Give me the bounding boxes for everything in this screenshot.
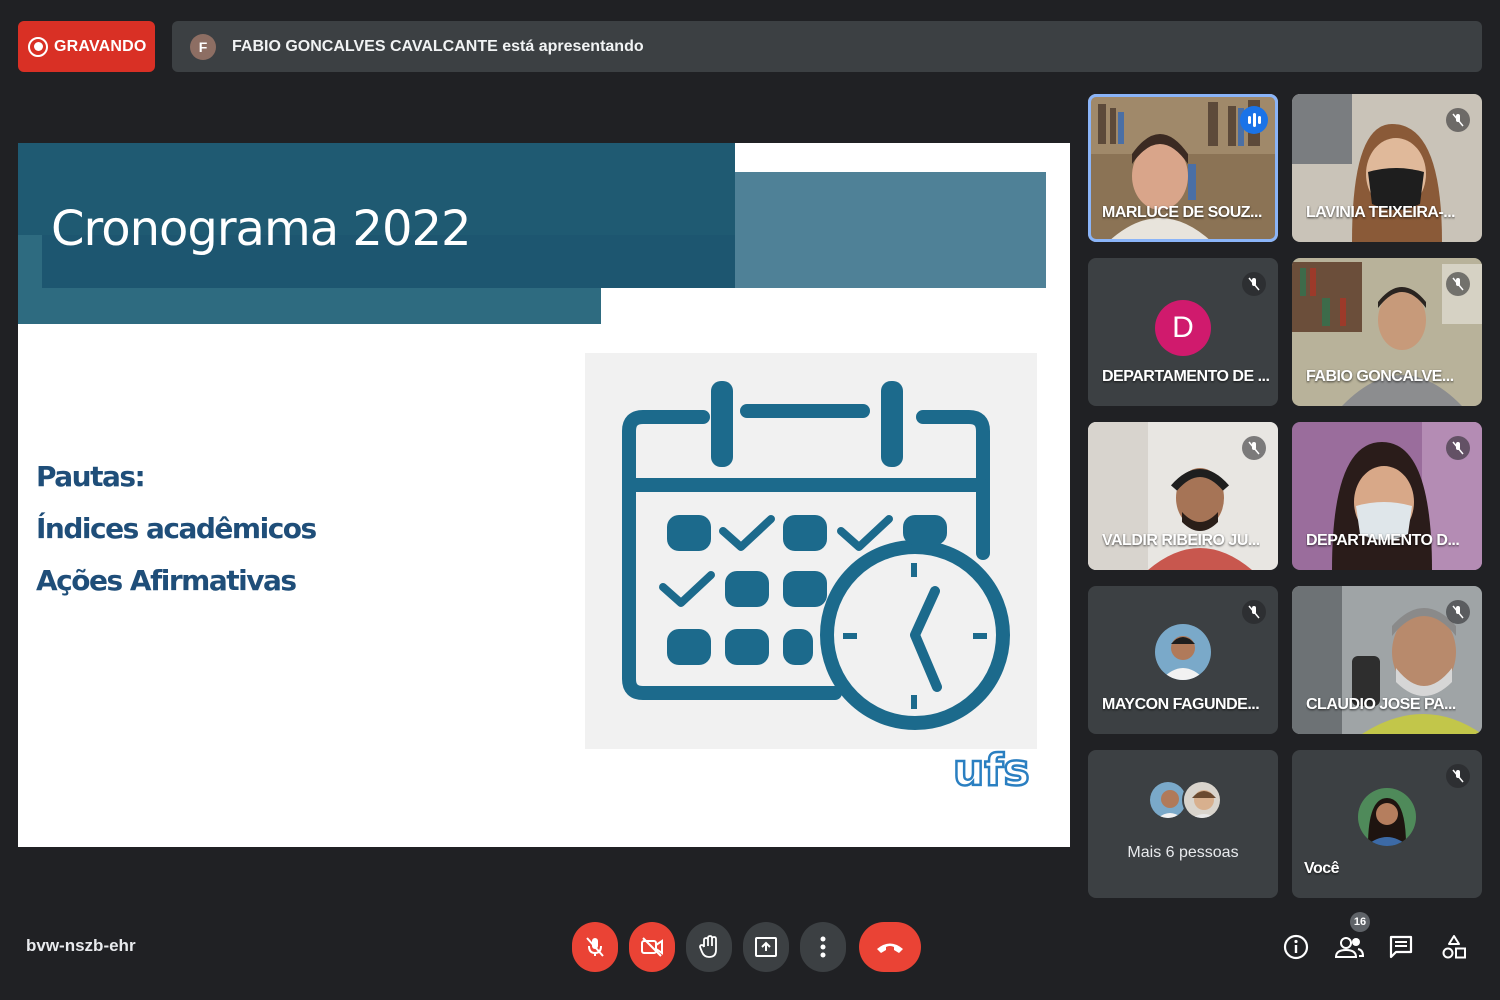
chat-button[interactable] [1384, 930, 1418, 964]
ufs-logo: ufs [951, 743, 1041, 811]
recording-label: GRAVANDO [54, 37, 147, 55]
presenter-text: FABIO GONCALVES CAVALCANTE está apresent… [232, 37, 644, 55]
participant-name: LAVINIA TEIXEIRA-... [1306, 204, 1456, 221]
participant-name: CLAUDIO JOSE PA... [1306, 696, 1456, 713]
agenda-item: Ações Afirmativas [36, 564, 297, 597]
meeting-code: bvw-nszb-ehr [26, 936, 136, 955]
mic-off-icon [1446, 436, 1470, 460]
participant-tile[interactable]: FABIO GONCALVE... [1292, 258, 1482, 406]
self-avatar [1358, 788, 1416, 846]
present-screen-icon [755, 937, 777, 957]
participant-avatar: D [1155, 300, 1211, 356]
presenter-avatar: F [190, 33, 216, 60]
agenda-heading: Pautas: [36, 460, 146, 493]
slide-agenda: Pautas: Índices acadêmicos Ações Afirmat… [36, 451, 317, 607]
participant-name: DEPARTAMENTO DE ... [1102, 368, 1270, 385]
participant-name: VALDIR RIBEIRO JU... [1102, 532, 1260, 549]
participant-name: DEPARTAMENTO D... [1306, 532, 1460, 549]
more-participants-label: Mais 6 pessoas [1127, 844, 1239, 861]
activities-icon [1442, 935, 1466, 959]
mic-off-icon [586, 937, 604, 957]
self-tile[interactable]: Você [1292, 750, 1482, 898]
presentation-slide: Cronograma 2022 Pautas: Índices acadêmic… [18, 143, 1070, 847]
leave-call-button[interactable] [859, 922, 921, 972]
slide-title: Cronograma 2022 [51, 201, 472, 257]
chat-icon [1389, 935, 1413, 959]
show-everyone-button[interactable] [1332, 930, 1366, 964]
mic-off-icon [1242, 272, 1266, 296]
people-icon [1334, 937, 1364, 958]
mic-off-icon [1242, 600, 1266, 624]
ufs-logo-text: ufs [953, 745, 1030, 796]
self-label: Você [1304, 860, 1340, 877]
info-icon [1283, 934, 1309, 960]
more-participants-tile[interactable]: Mais 6 pessoas [1088, 750, 1278, 898]
participant-tile[interactable]: CLAUDIO JOSE PA... [1292, 586, 1482, 734]
more-options-button[interactable] [800, 922, 846, 972]
participant-avatar [1182, 780, 1222, 820]
meeting-details-button[interactable] [1279, 930, 1313, 964]
mic-toggle-button[interactable] [572, 922, 618, 972]
camera-toggle-button[interactable] [629, 922, 675, 972]
raise-hand-button[interactable] [686, 922, 732, 972]
presenting-banner: F FABIO GONCALVES CAVALCANTE está aprese… [172, 21, 1482, 72]
participant-tile[interactable]: DEPARTAMENTO D... [1292, 422, 1482, 570]
activities-button[interactable] [1437, 930, 1471, 964]
mic-off-icon [1446, 600, 1470, 624]
recording-badge[interactable]: GRAVANDO [18, 21, 155, 72]
participant-name: MAYCON FAGUNDE... [1102, 696, 1260, 713]
record-icon [28, 36, 48, 57]
participant-tile[interactable]: MARLUCE DE SOUZ... [1088, 94, 1278, 242]
mic-off-icon [1242, 436, 1266, 460]
participant-tile[interactable]: MAYCON FAGUNDE... [1088, 586, 1278, 734]
speaking-indicator-icon [1240, 106, 1268, 134]
more-vert-icon [820, 936, 826, 958]
mic-off-icon [1446, 764, 1470, 788]
present-now-button[interactable] [743, 922, 789, 972]
participant-tile[interactable]: VALDIR RIBEIRO JU... [1088, 422, 1278, 570]
calendar-clock-icon [585, 353, 1037, 749]
participant-name: MARLUCE DE SOUZ... [1102, 204, 1262, 221]
mic-off-icon [1446, 108, 1470, 132]
participant-avatar [1155, 624, 1211, 680]
participant-name: FABIO GONCALVE... [1306, 368, 1454, 385]
hang-up-icon [877, 943, 903, 953]
participant-tile[interactable]: D DEPARTAMENTO DE ... [1088, 258, 1278, 406]
participant-count-badge: 16 [1350, 912, 1370, 932]
hand-icon [699, 935, 717, 958]
participant-tile[interactable]: LAVINIA TEIXEIRA-... [1292, 94, 1482, 242]
camera-off-icon [641, 937, 663, 957]
agenda-item: Índices acadêmicos [36, 512, 317, 545]
mic-off-icon [1446, 272, 1470, 296]
